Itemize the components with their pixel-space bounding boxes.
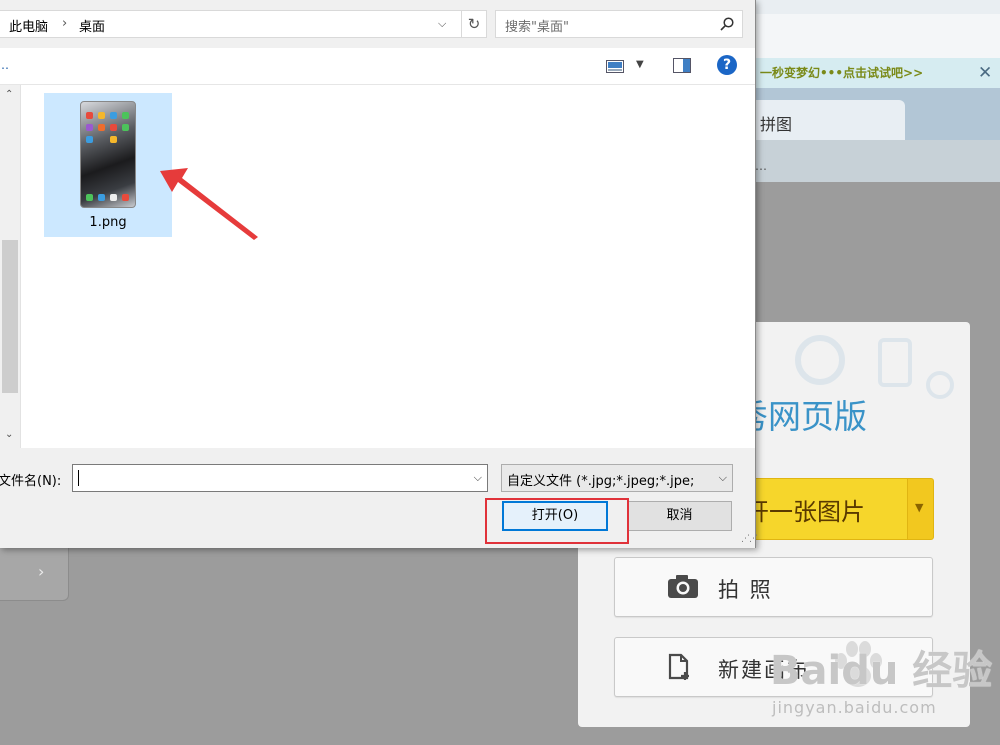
resize-grip-icon[interactable]: ⋰⋰ (741, 534, 758, 544)
promo-text[interactable]: 一秒变梦幻•••点击试试吧>> (760, 64, 923, 81)
web-sub-bar-text: … (755, 159, 767, 173)
text-caret (78, 470, 79, 486)
scroll-down-icon[interactable]: ⌄ (5, 429, 13, 440)
baidu-watermark: Baidu 经验 jingyan.baidu.com (770, 636, 992, 731)
refresh-button[interactable]: ↻ (461, 10, 487, 38)
web-sub-bar (755, 140, 1000, 182)
scrollbar-thumb[interactable] (2, 240, 18, 393)
scroll-up-icon[interactable]: ⌃ (5, 89, 13, 100)
filename-label: 文件名(N): (0, 474, 62, 489)
file-thumbnail (80, 101, 136, 208)
open-image-label[interactable]: 开一张图片 (745, 492, 865, 527)
toolbar-organize-button[interactable]: … (0, 58, 9, 72)
new-file-icon (668, 653, 689, 680)
open-button-highlight-box (485, 498, 629, 544)
file-item-1png[interactable]: 1.png (44, 93, 172, 237)
take-photo-button[interactable]: 拍 照 (614, 557, 933, 617)
change-view-icon[interactable] (606, 60, 624, 73)
search-box[interactable]: 搜索"桌面" (495, 10, 743, 38)
web-left-panel[interactable] (0, 548, 69, 601)
web-nav-bar (755, 14, 1000, 58)
caret-down-icon: ▼ (915, 501, 924, 514)
address-history-dropdown-icon[interactable]: ⌵ (438, 17, 446, 31)
filename-dropdown-icon[interactable]: ⌵ (474, 471, 482, 485)
file-list-pane[interactable]: 1.png (21, 85, 755, 448)
refresh-icon: ↻ (467, 15, 481, 33)
watermark-url: jingyan.baidu.com (772, 698, 937, 717)
watermark-text: Baidu 经验 (770, 648, 993, 694)
address-bar[interactable]: 此电脑 › 桌面 (0, 10, 463, 38)
open-image-dropdown[interactable]: ▼ (907, 478, 934, 540)
help-icon[interactable]: ? (717, 55, 737, 75)
breadcrumb-this-pc[interactable]: 此电脑 (9, 16, 48, 35)
web-header-strip (755, 0, 1000, 14)
promo-close-icon[interactable]: ✕ (978, 63, 992, 83)
tab-collage-label[interactable]: 拼图 (760, 111, 792, 135)
filename-input[interactable]: ⌵ (72, 464, 488, 492)
filetype-dropdown-icon[interactable]: ⌵ (719, 471, 727, 485)
breadcrumb-separator-icon[interactable]: › (62, 16, 67, 31)
filetype-select[interactable]: 自定义文件 (*.jpg;*.jpeg;*.jpe; ⌵ (501, 464, 733, 492)
nav-pane-scrollbar[interactable]: ⌃ ⌄ (0, 85, 21, 448)
breadcrumb-desktop[interactable]: 桌面 (79, 16, 105, 35)
take-photo-label: 拍 照 (718, 578, 773, 602)
filetype-value[interactable]: 自定义文件 (*.jpg;*.jpeg;*.jpe; (507, 470, 711, 489)
dialog-toolbar: … ▼ ? (0, 48, 755, 85)
search-icon[interactable] (720, 17, 734, 31)
preview-pane-icon[interactable] (673, 58, 691, 73)
camera-icon (668, 575, 698, 598)
chevron-right-icon[interactable]: › (38, 562, 44, 581)
view-options-dropdown-icon[interactable]: ▼ (636, 59, 644, 70)
annotation-arrow-icon (160, 168, 258, 240)
file-name: 1.png (89, 215, 127, 230)
search-input[interactable]: 搜索"桌面" (505, 16, 569, 35)
cancel-button[interactable]: 取消 (627, 501, 732, 531)
